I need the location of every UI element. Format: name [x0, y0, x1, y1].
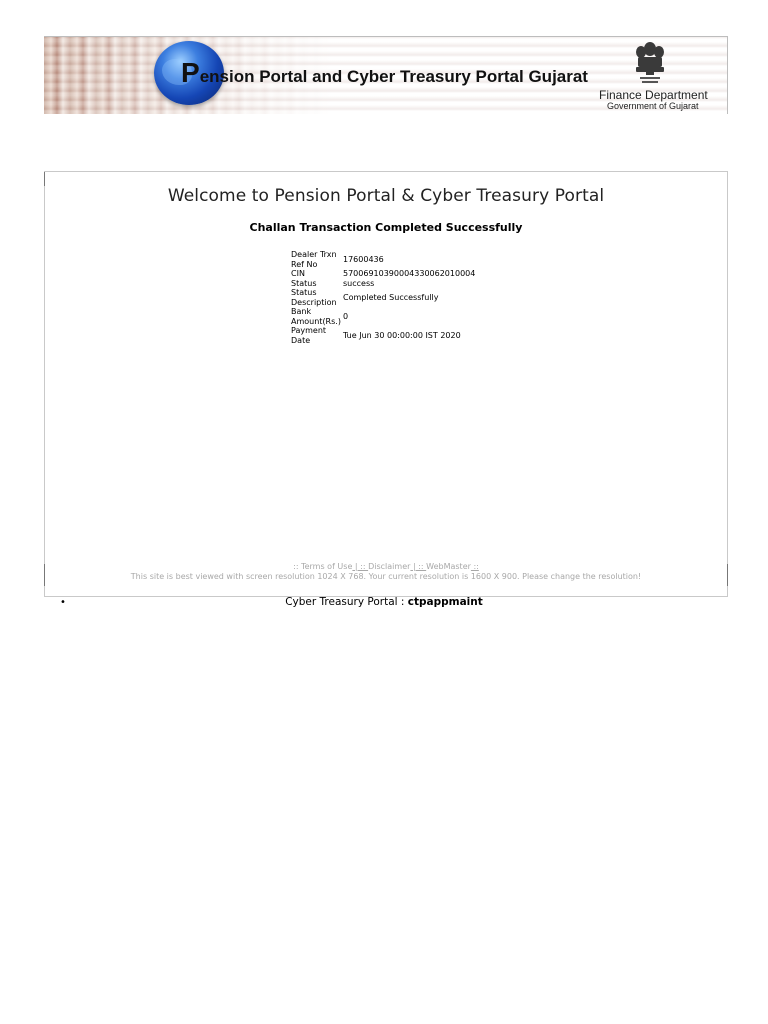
detail-label: Payment Date: [291, 326, 327, 345]
footer-separator: | ::: [410, 562, 427, 571]
detail-label: Bank Amount(Rs.): [291, 307, 341, 326]
server-label: Cyber Treasury Portal :: [285, 596, 408, 608]
department-block: Finance Department Government of Gujarat: [599, 89, 714, 111]
footer-separator: ::: [470, 562, 479, 571]
server-name: ctpappmaint: [407, 596, 483, 608]
terms-of-use-link[interactable]: Terms of Use: [301, 562, 352, 571]
portal-title-initial: P: [181, 57, 200, 88]
portal-title-rest: ension Portal and Cyber Treasury Portal …: [199, 67, 588, 86]
footer-separator: | ::: [352, 562, 369, 571]
footer-links: :: Terms of Use | :: Disclaimer | :: Web…: [45, 562, 727, 571]
detail-label: Status: [291, 278, 317, 288]
detail-value: Tue Jun 30 00:00:00 IST 2020: [343, 330, 461, 340]
detail-label: Status Description: [291, 288, 337, 307]
resolution-note: This site is best viewed with screen res…: [130, 572, 642, 581]
detail-value: 17600436: [343, 254, 384, 264]
detail-value: 0: [343, 311, 349, 321]
list-item: • Cyber Treasury Portal : ctpappmaint: [0, 595, 768, 611]
main-content-box: Welcome to Pension Portal & Cyber Treasu…: [44, 171, 728, 597]
welcome-heading: Welcome to Pension Portal & Cyber Treasu…: [167, 186, 605, 206]
left-edge: [44, 172, 45, 186]
webmaster-link[interactable]: WebMaster: [426, 562, 471, 571]
table-row: Dealer Trxn Ref No 17600436: [290, 250, 476, 269]
footer-separator: ::: [293, 562, 302, 571]
header-banner: Pension Portal and Cyber Treasury Portal…: [44, 36, 728, 114]
transaction-status-heading: Challan Transaction Completed Successful…: [249, 221, 523, 234]
table-row: Status Description Completed Successfull…: [290, 288, 476, 307]
disclaimer-link[interactable]: Disclaimer: [368, 562, 410, 571]
table-row: Payment Date Tue Jun 30 00:00:00 IST 202…: [290, 326, 476, 345]
detail-label: Dealer Trxn Ref No: [291, 250, 337, 269]
state-emblem-icon: [636, 42, 664, 83]
detail-value: Completed Successfully: [343, 292, 439, 302]
department-name: Finance Department: [599, 88, 708, 102]
table-row: Status success: [290, 279, 476, 289]
portal-title: Pension Portal and Cyber Treasury Portal…: [181, 57, 588, 89]
table-row: CIN 57006910390004330062010004: [290, 269, 476, 279]
government-name: Government of Gujarat: [607, 100, 699, 111]
detail-value: success: [343, 278, 375, 288]
detail-value: 57006910390004330062010004: [343, 269, 476, 278]
table-row: Bank Amount(Rs.) 0: [290, 307, 476, 326]
transaction-details-table: Dealer Trxn Ref No 17600436 CIN 57006910…: [290, 250, 476, 345]
server-info: Cyber Treasury Portal : ctpappmaint: [0, 596, 768, 608]
detail-label: CIN: [291, 269, 305, 278]
right-edge-bottom: [727, 564, 728, 586]
